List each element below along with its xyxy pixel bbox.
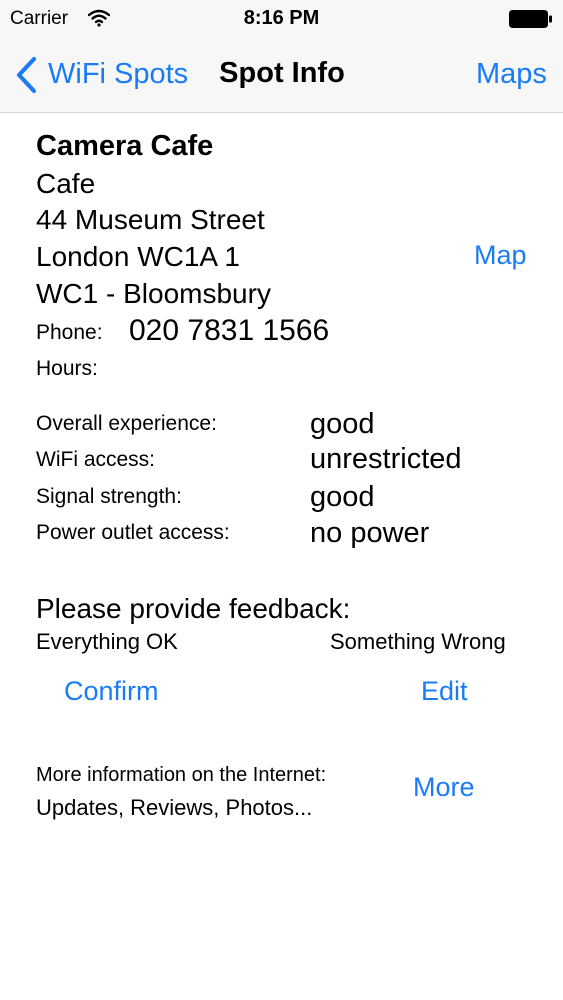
rating-value-signal: good [310, 481, 375, 513]
more-info-subtitle: Updates, Reviews, Photos... [36, 795, 313, 820]
edit-button[interactable]: Edit [421, 676, 468, 707]
battery-icon [509, 10, 552, 28]
feedback-wrong-label: Something Wrong [330, 629, 506, 654]
phone-label: Phone: [36, 321, 103, 344]
phone-number[interactable]: 020 7831 1566 [129, 314, 329, 348]
more-info-label: More information on the Internet: [36, 764, 327, 786]
rating-value-overall: good [310, 408, 375, 440]
hours-label: Hours: [36, 357, 98, 380]
feedback-ok-label: Everything OK [36, 629, 178, 654]
spot-category: Cafe [36, 168, 96, 199]
more-button[interactable]: More [413, 772, 475, 803]
spot-area: WC1 - Bloomsbury [36, 278, 271, 309]
feedback-title: Please provide feedback: [36, 593, 351, 624]
spot-name: Camera Cafe [36, 130, 214, 162]
page-title-text: Spot Info [219, 57, 345, 89]
confirm-button[interactable]: Confirm [64, 676, 159, 707]
rating-label-power: Power outlet access: [36, 521, 230, 544]
spot-city: London WC1A 1 [36, 241, 240, 272]
rating-label-wifi: WiFi access: [36, 448, 156, 471]
spot-street: 44 Museum Street [36, 204, 265, 235]
maps-button[interactable]: Maps [476, 58, 547, 91]
status-time: 8:16 PM [243, 7, 320, 29]
map-button[interactable]: Map [474, 240, 527, 271]
rating-label-overall: Overall experience: [36, 412, 217, 435]
rating-value-power: no power [310, 517, 430, 549]
rating-value-wifi: unrestricted [310, 443, 462, 475]
rating-label-signal: Signal strength: [36, 485, 182, 508]
